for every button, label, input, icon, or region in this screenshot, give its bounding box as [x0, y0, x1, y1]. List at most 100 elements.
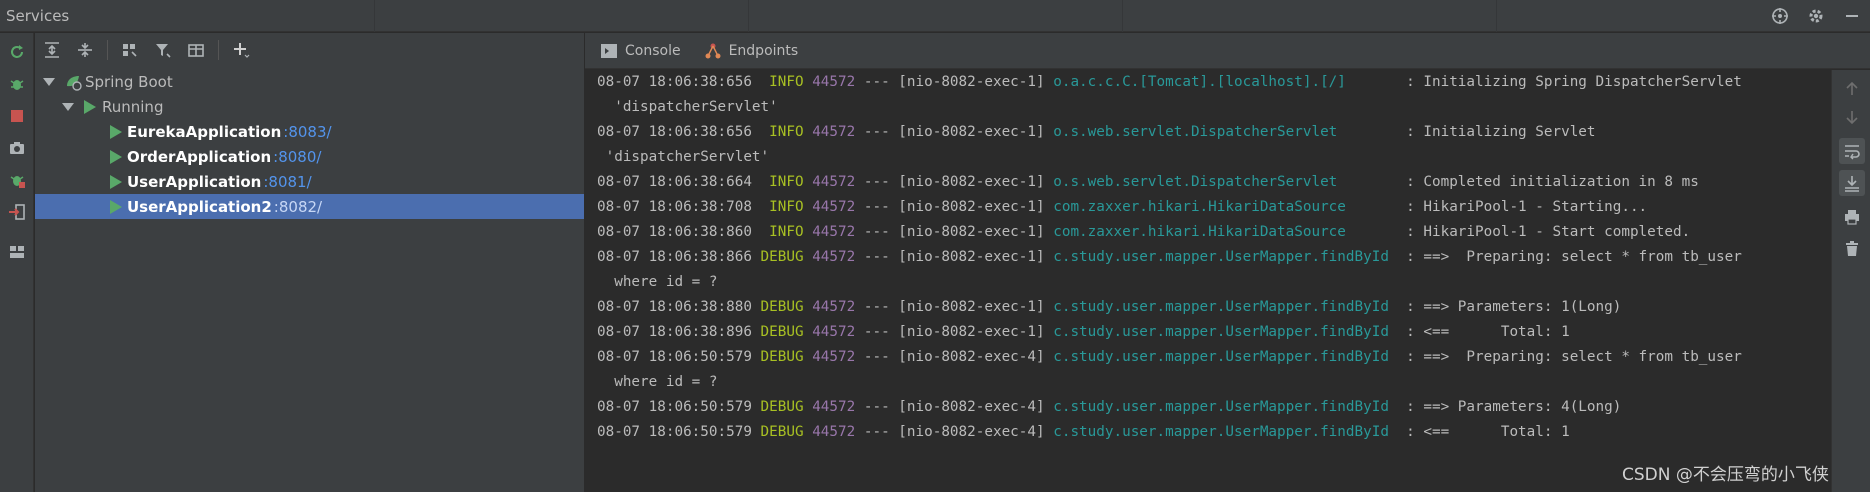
log-message: : Initializing Servlet	[1397, 124, 1596, 140]
tree-node-spring-boot[interactable]: Spring Boot	[35, 69, 584, 94]
add-icon[interactable]	[230, 39, 252, 61]
log-thread: --- [nio-8082-exec-1]	[855, 74, 1054, 90]
expand-all-icon[interactable]	[41, 39, 63, 61]
console-output[interactable]: 08-07 18:06:38:656 INFO 44572 --- [nio-8…	[585, 70, 1831, 492]
log-timestamp: 08-07 18:06:38:664	[597, 174, 752, 190]
log-message: 'dispatcherServlet'	[597, 99, 778, 115]
camera-icon[interactable]	[6, 137, 28, 159]
title-divider	[748, 0, 749, 32]
log-message: : HikariPool-1 - Starting...	[1397, 199, 1648, 215]
app-port-link[interactable]: :8080/	[273, 148, 321, 166]
collapse-all-icon[interactable]	[74, 39, 96, 61]
tree-node-app[interactable]: UserApplication :8081/	[35, 169, 584, 194]
expand-arrow-icon[interactable]	[62, 102, 74, 111]
log-message: : Initializing Spring DispatcherServlet	[1397, 74, 1742, 90]
scroll-to-end-icon[interactable]	[1839, 170, 1865, 196]
print-icon[interactable]	[1839, 204, 1865, 230]
debug-icon[interactable]	[6, 169, 28, 191]
log-thread: --- [nio-8082-exec-1]	[855, 299, 1054, 315]
run-icon	[110, 174, 122, 189]
log-pid: 44572	[812, 349, 856, 365]
console-line: 08-07 18:06:50:579 DEBUG 44572 --- [nio-…	[597, 345, 1742, 370]
tree-node-app-selected[interactable]: UserApplication2 :8082/	[35, 194, 584, 219]
title-divider	[1496, 0, 1497, 32]
log-message: : ==> Preparing: select * from tb_user	[1397, 249, 1742, 265]
log-timestamp: 08-07 18:06:50:579	[597, 399, 752, 415]
console-tabs: Console Endpoints	[585, 33, 1870, 69]
log-pid: 44572	[812, 199, 856, 215]
log-timestamp: 08-07 18:06:38:880	[597, 299, 752, 315]
filter-icon[interactable]	[152, 39, 174, 61]
log-logger: c.study.user.mapper.UserMapper.findById	[1053, 324, 1398, 340]
console-line: 08-07 18:06:50:579 DEBUG 44572 --- [nio-…	[597, 395, 1621, 420]
log-timestamp: 08-07 18:06:38:708	[597, 199, 752, 215]
layout-icon[interactable]	[6, 241, 28, 263]
tree-node-running[interactable]: Running	[35, 94, 584, 119]
log-level: DEBUG	[760, 424, 804, 440]
exit-icon[interactable]	[6, 201, 28, 223]
spring-boot-icon	[64, 73, 82, 91]
log-level: INFO	[760, 224, 804, 240]
log-timestamp: 08-07 18:06:38:866	[597, 249, 752, 265]
tree-node-label: Running	[102, 97, 164, 116]
minimize-icon[interactable]	[1842, 6, 1862, 26]
log-logger: o.s.web.servlet.DispatcherServlet	[1053, 174, 1398, 190]
arrow-up-icon[interactable]	[1839, 76, 1865, 102]
log-level: INFO	[760, 74, 804, 90]
log-logger: c.study.user.mapper.UserMapper.findById	[1053, 249, 1398, 265]
debug-rerun-icon[interactable]	[6, 73, 28, 95]
log-thread: --- [nio-8082-exec-1]	[855, 324, 1054, 340]
log-pid: 44572	[812, 399, 856, 415]
watermark-text: CSDN @不会压弯的小飞侠	[1622, 465, 1829, 485]
group-icon[interactable]	[119, 39, 141, 61]
console-line: 08-07 18:06:38:880 DEBUG 44572 --- [nio-…	[597, 295, 1621, 320]
log-message: : ==> Parameters: 4(Long)	[1397, 399, 1622, 415]
tree-node-label: Spring Boot	[85, 72, 173, 91]
tree-node-app[interactable]: EurekaApplication :8083/	[35, 119, 584, 144]
crosshair-icon[interactable]	[1770, 6, 1790, 26]
log-thread: --- [nio-8082-exec-1]	[855, 224, 1054, 240]
run-icon	[84, 99, 96, 114]
soft-wrap-icon[interactable]	[1839, 138, 1865, 164]
log-message: : ==> Preparing: select * from tb_user	[1397, 349, 1742, 365]
gear-icon[interactable]	[1806, 6, 1826, 26]
log-timestamp: 08-07 18:06:38:656	[597, 74, 752, 90]
console-line-continuation: 'dispatcherServlet'	[597, 95, 778, 120]
app-port-link[interactable]: :8082/	[274, 198, 322, 216]
stop-icon[interactable]	[6, 105, 28, 127]
log-pid: 44572	[812, 174, 856, 190]
log-level: DEBUG	[760, 249, 804, 265]
log-message: : Completed initialization in 8 ms	[1397, 174, 1699, 190]
tree-node-app[interactable]: OrderApplication :8080/	[35, 144, 584, 169]
toolbar-separator	[218, 40, 219, 60]
log-level: DEBUG	[760, 349, 804, 365]
trash-icon[interactable]	[1839, 236, 1865, 262]
tab-endpoints[interactable]: Endpoints	[705, 33, 798, 69]
app-port-link[interactable]: :8083/	[283, 123, 331, 141]
app-name: UserApplication	[127, 172, 262, 191]
title-divider	[374, 0, 375, 32]
log-level: DEBUG	[760, 299, 804, 315]
app-port-link[interactable]: :8081/	[263, 173, 311, 191]
arrow-down-icon[interactable]	[1839, 104, 1865, 130]
run-icon	[110, 149, 122, 164]
console-line: 08-07 18:06:38:656 INFO 44572 --- [nio-8…	[597, 70, 1742, 95]
tab-label: Console	[625, 42, 681, 59]
log-message: : <== Total: 1	[1397, 324, 1570, 340]
log-message: 'dispatcherServlet'	[597, 149, 770, 165]
log-thread: --- [nio-8082-exec-1]	[855, 124, 1054, 140]
log-thread: --- [nio-8082-exec-1]	[855, 249, 1054, 265]
log-timestamp: 08-07 18:06:50:579	[597, 349, 752, 365]
tab-console[interactable]: Console	[601, 33, 681, 69]
expand-arrow-icon[interactable]	[43, 77, 55, 86]
run-icon	[110, 124, 122, 139]
log-message: where id = ?	[597, 274, 718, 290]
app-name: OrderApplication	[127, 147, 272, 166]
console-line-continuation: where id = ?	[597, 370, 717, 395]
rerun-icon[interactable]	[6, 41, 28, 63]
log-logger: o.a.c.c.C.[Tomcat].[localhost].[/]	[1053, 74, 1398, 90]
services-tree-pane: Spring Boot Running EurekaApplication :8…	[35, 33, 584, 492]
new-tab-icon[interactable]	[185, 39, 207, 61]
log-thread: --- [nio-8082-exec-4]	[855, 399, 1054, 415]
console-line: 08-07 18:06:38:656 INFO 44572 --- [nio-8…	[597, 120, 1596, 145]
